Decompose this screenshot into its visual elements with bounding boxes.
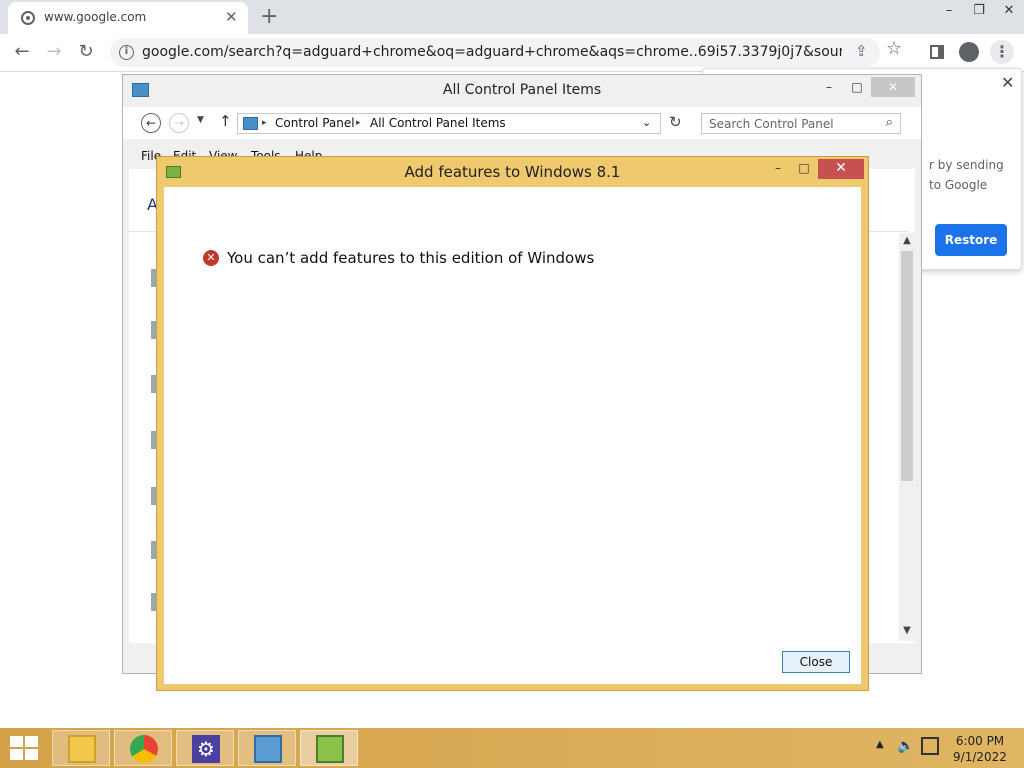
volume-muted-icon[interactable]: 🔈 bbox=[897, 738, 914, 754]
new-tab-button[interactable]: + bbox=[260, 4, 278, 29]
cp-close-button[interactable]: ✕ bbox=[871, 77, 915, 97]
error-message: You can’t add features to this edition o… bbox=[227, 249, 595, 267]
cp-title: All Control Panel Items bbox=[442, 82, 602, 98]
window-controls: – ❐ ✕ bbox=[934, 0, 1024, 24]
dialog-close-icon[interactable]: ✕ bbox=[818, 159, 864, 179]
side-panel-icon[interactable] bbox=[930, 45, 944, 59]
browser-toolbar: ← → ↻ i google.com/search?q=adguard+chro… bbox=[0, 34, 1024, 72]
chrome-icon bbox=[130, 735, 158, 763]
search-icon[interactable]: ⌕ bbox=[886, 115, 893, 130]
tab-title: www.google.com bbox=[44, 10, 147, 24]
taskbar-chrome[interactable] bbox=[114, 730, 172, 766]
taskbar-add-features[interactable] bbox=[300, 730, 358, 766]
taskbar-control-panel[interactable] bbox=[238, 730, 296, 766]
scroll-up-icon[interactable]: ▲ bbox=[899, 235, 915, 246]
windows-start-icon[interactable] bbox=[10, 736, 38, 760]
taskbar-settings[interactable]: ⚙ bbox=[176, 730, 234, 766]
breadcrumb-chevron-icon[interactable]: ▸ bbox=[262, 118, 267, 128]
add-features-icon bbox=[316, 735, 344, 763]
control-panel-icon bbox=[254, 735, 282, 763]
dialog-title: Add features to Windows 8.1 bbox=[404, 163, 621, 181]
network-icon[interactable] bbox=[921, 737, 939, 755]
popup-close-icon[interactable]: ✕ bbox=[1001, 73, 1014, 92]
dialog-minimize-button[interactable]: – bbox=[765, 159, 791, 179]
cp-back-icon[interactable]: ← bbox=[141, 113, 161, 133]
info-icon[interactable]: i bbox=[119, 45, 134, 60]
folder-icon bbox=[68, 735, 96, 763]
bookmark-star-icon[interactable]: ☆ bbox=[886, 38, 902, 59]
restore-window-button[interactable]: ❐ bbox=[964, 0, 994, 24]
address-dropdown-icon[interactable]: ⌄ bbox=[642, 116, 651, 129]
taskbar-clock[interactable]: 6:00 PM 9/1/2022 bbox=[945, 733, 1015, 765]
browser-tab[interactable]: www.google.com ✕ bbox=[8, 2, 248, 34]
cp-scroll-thumb[interactable] bbox=[901, 251, 913, 481]
reload-icon[interactable]: ↻ bbox=[74, 40, 98, 64]
dialog-titlebar[interactable]: Add features to Windows 8.1 – □ ✕ bbox=[157, 157, 868, 187]
close-window-button[interactable]: ✕ bbox=[994, 0, 1024, 24]
cp-search-input[interactable]: Search Control Panel ⌕ bbox=[701, 113, 901, 134]
restore-button[interactable]: Restore bbox=[935, 224, 1007, 256]
cp-history-dropdown-icon[interactable]: ▼ bbox=[197, 115, 204, 125]
clock-date: 9/1/2022 bbox=[953, 750, 1007, 764]
cp-forward-icon[interactable]: → bbox=[169, 113, 189, 133]
back-icon[interactable]: ← bbox=[10, 40, 34, 64]
show-hidden-icons-icon[interactable]: ▲ bbox=[876, 739, 884, 750]
minimize-button[interactable]: – bbox=[934, 0, 964, 24]
desktop-background bbox=[0, 698, 1024, 728]
cp-search-placeholder: Search Control Panel bbox=[709, 117, 834, 131]
breadcrumb-all-items[interactable]: All Control Panel Items bbox=[370, 116, 506, 130]
taskbar: ⚙ ▲ 🔈 6:00 PM 9/1/2022 bbox=[0, 728, 1024, 768]
scroll-down-icon[interactable]: ▼ bbox=[899, 625, 915, 636]
control-panel-small-icon bbox=[243, 117, 258, 130]
cp-refresh-icon[interactable]: ↻ bbox=[669, 113, 682, 131]
taskbar-file-explorer[interactable] bbox=[52, 730, 110, 766]
url-text[interactable]: google.com/search?q=adguard+chrome&oq=ad… bbox=[142, 44, 842, 60]
gear-icon: ⚙ bbox=[192, 735, 220, 763]
cp-scrollbar[interactable]: ▲ ▼ bbox=[899, 233, 915, 641]
cp-up-icon[interactable]: ↑ bbox=[219, 112, 232, 130]
cp-address-bar[interactable]: ▸ Control Panel ▸ All Control Panel Item… bbox=[237, 113, 661, 134]
tab-close-icon[interactable]: ✕ bbox=[225, 8, 238, 26]
dialog-maximize-button[interactable]: □ bbox=[791, 159, 817, 179]
cp-minimize-button[interactable]: – bbox=[815, 77, 843, 97]
clock-time: 6:00 PM bbox=[955, 734, 1005, 748]
add-features-dialog: Add features to Windows 8.1 – □ ✕ ✕ You … bbox=[156, 156, 869, 691]
error-icon: ✕ bbox=[203, 250, 219, 266]
breadcrumb-chevron-icon[interactable]: ▸ bbox=[356, 118, 361, 128]
address-bar[interactable]: i google.com/search?q=adguard+chrome&oq=… bbox=[110, 38, 880, 67]
kebab-menu-icon[interactable]: ⋮ bbox=[990, 40, 1014, 64]
popup-text: r by sending to Google bbox=[929, 158, 1004, 192]
tab-strip: www.google.com ✕ + – ❐ ✕ bbox=[0, 0, 1024, 34]
forward-icon[interactable]: → bbox=[42, 40, 66, 64]
globe-icon bbox=[21, 11, 35, 25]
cp-address-row: ← → ▼ ↑ ▸ Control Panel ▸ All Control Pa… bbox=[123, 107, 921, 139]
dialog-body: ✕ You can’t add features to this edition… bbox=[164, 187, 861, 684]
cp-titlebar[interactable]: All Control Panel Items – □ ✕ bbox=[123, 75, 921, 105]
breadcrumb-control-panel[interactable]: Control Panel bbox=[275, 116, 355, 130]
share-icon[interactable]: ⇪ bbox=[855, 42, 868, 60]
cp-maximize-button[interactable]: □ bbox=[843, 77, 871, 97]
cp-window-controls: – □ ✕ bbox=[815, 77, 915, 97]
close-button[interactable]: Close bbox=[782, 651, 850, 673]
profile-icon[interactable] bbox=[959, 42, 979, 62]
